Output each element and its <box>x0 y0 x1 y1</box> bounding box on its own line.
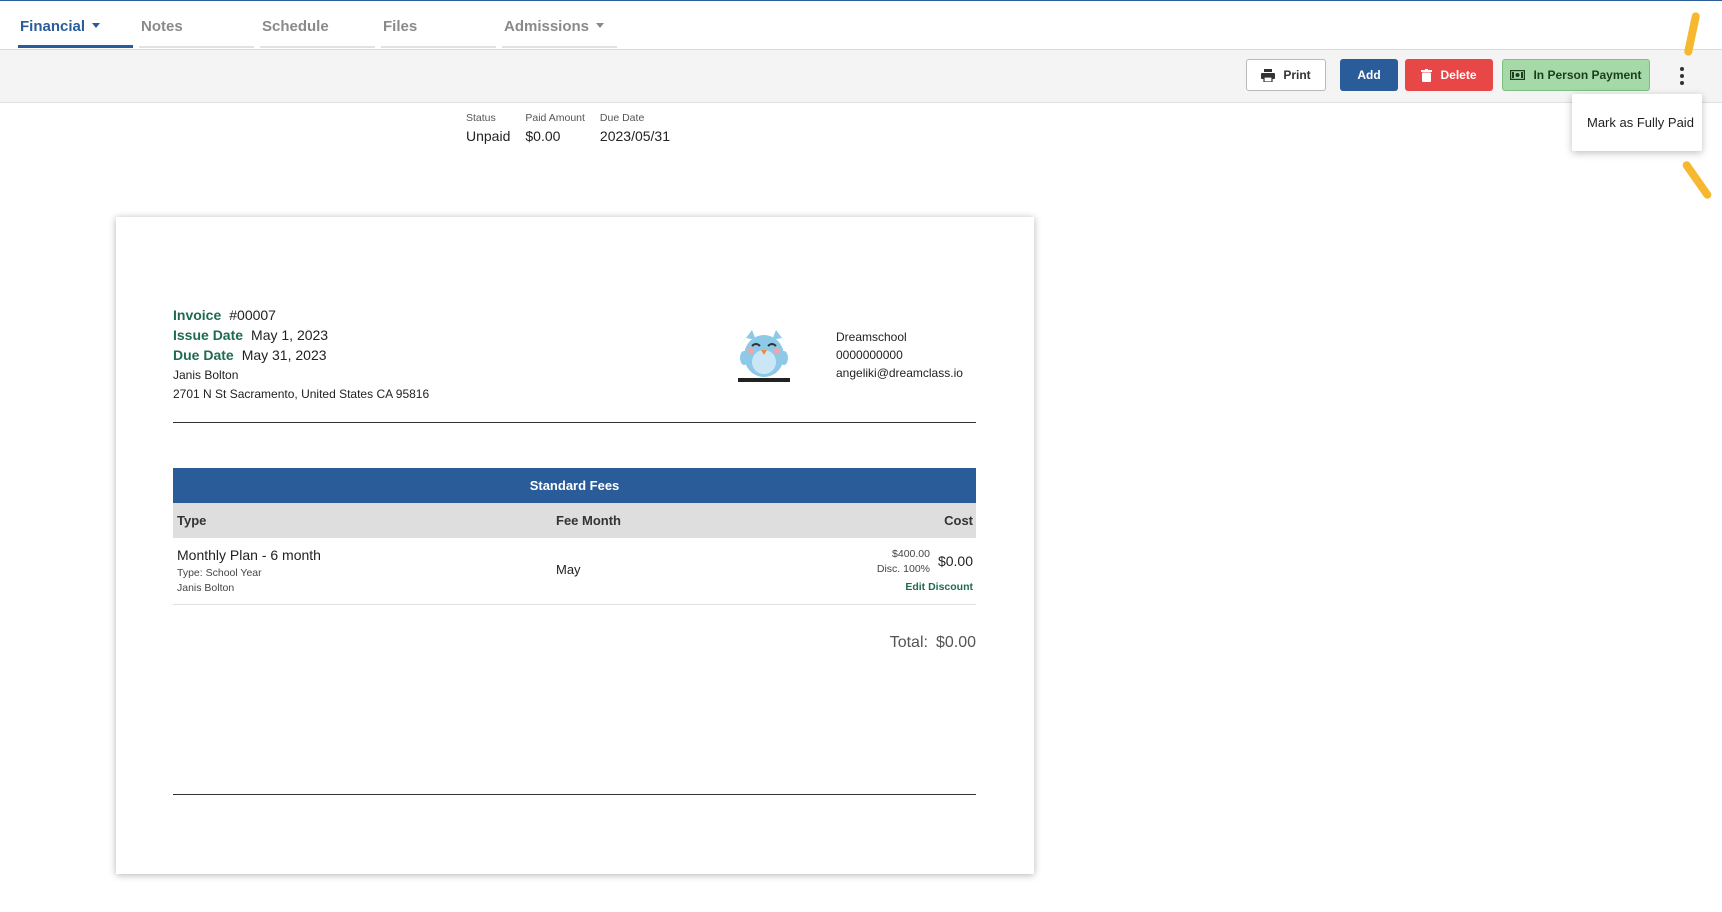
tab-notes-label: Notes <box>141 18 183 35</box>
issue-date-label: Issue Date <box>173 327 244 343</box>
action-toolbar: Print Add Delete In Person Payment <box>0 50 1722 103</box>
summary-status-label: Status <box>466 112 496 124</box>
delete-button[interactable]: Delete <box>1405 59 1493 91</box>
table-row: Monthly Plan - 6 month Type: School Year… <box>173 538 976 605</box>
print-button-label: Print <box>1283 68 1311 82</box>
more-vertical-icon[interactable] <box>1672 61 1692 91</box>
column-fee-month: Fee Month <box>556 513 621 528</box>
divider <box>173 794 976 795</box>
tab-schedule-label: Schedule <box>262 18 329 35</box>
tab-financial[interactable]: Financial <box>18 1 133 48</box>
invoice-label: Invoice <box>173 307 222 323</box>
total-value: $0.00 <box>935 634 976 651</box>
issue-date-value: May 1, 2023 <box>251 327 329 343</box>
summary-due-date-label: Due Date <box>599 112 645 124</box>
fee-student: Janis Bolton <box>177 582 235 594</box>
caret-down-icon <box>92 23 101 28</box>
tab-admissions-label: Admissions <box>504 18 590 35</box>
printer-icon <box>1261 68 1276 82</box>
fee-type: Type: School Year <box>177 567 262 579</box>
caret-down-icon <box>596 23 605 28</box>
cash-icon <box>1510 70 1526 80</box>
invoice-total: Total: $0.00 <box>890 634 976 652</box>
total-label: Total: <box>889 634 928 651</box>
bill-to-name: Janis Bolton <box>173 368 239 382</box>
invoice-preview: Invoice #00007 Issue Date May 1, 2023 Due … <box>116 217 1034 874</box>
fees-table-title: Standard Fees <box>173 468 976 503</box>
fee-month: May <box>556 562 581 577</box>
add-button-label: Add <box>1357 68 1381 82</box>
fee-name: Monthly Plan - 6 month <box>177 547 321 563</box>
summary-paid-amount-value: $0.00 <box>525 128 561 144</box>
summary-paid-amount-label: Paid Amount <box>525 112 585 124</box>
due-date-label: Due Date <box>173 347 234 363</box>
summary-status-value: Unpaid <box>466 128 511 144</box>
in-person-payment-label: In Person Payment <box>1533 68 1642 82</box>
tab-files[interactable]: Files <box>381 1 496 48</box>
divider <box>173 422 976 423</box>
invoice-number: #00007 <box>229 307 276 323</box>
column-cost: Cost <box>944 513 973 528</box>
school-name: Dreamschool <box>836 330 907 344</box>
tab-bar: Financial Notes Schedule Files Admission… <box>0 1 1722 50</box>
in-person-payment-button[interactable]: In Person Payment <box>1502 59 1650 91</box>
add-button[interactable]: Add <box>1340 59 1398 91</box>
summary-due-date: Due Date 2023/05/31 <box>600 112 670 144</box>
invoice-summary: Status Unpaid Paid Amount $0.00 Due Date… <box>466 112 685 144</box>
column-type: Type <box>177 513 207 528</box>
fee-discount: Disc. 100% <box>876 563 930 575</box>
tab-admissions[interactable]: Admissions <box>502 1 617 48</box>
invoice-details: Invoice #00007 Issue Date May 1, 2023 Due … <box>173 307 429 401</box>
school-phone: 0000000000 <box>836 348 903 362</box>
fees-table-header: Type Fee Month Cost <box>173 503 976 538</box>
school-email: angeliki@dreamclass.io <box>836 366 963 380</box>
mark-as-fully-paid-item[interactable]: Mark as Fully Paid <box>1587 115 1694 130</box>
fees-table: Standard Fees Type Fee Month Cost Monthl… <box>173 468 976 605</box>
invoice-number-line: Invoice #00007 <box>173 307 429 323</box>
trash-icon <box>1421 68 1433 82</box>
annotation-arrow <box>1681 159 1713 201</box>
due-date-value: May 31, 2023 <box>241 347 327 363</box>
edit-discount-link[interactable]: Edit Discount <box>905 581 973 593</box>
issue-date-line: Issue Date May 1, 2023 <box>173 327 429 343</box>
due-date-line: Due Date May 31, 2023 <box>173 347 429 363</box>
summary-due-date-value: 2023/05/31 <box>599 128 670 144</box>
tab-notes[interactable]: Notes <box>139 1 254 48</box>
delete-button-label: Delete <box>1440 68 1477 82</box>
print-button[interactable]: Print <box>1246 59 1326 91</box>
summary-status: Status Unpaid <box>466 112 510 144</box>
more-actions-menu: Mark as Fully Paid <box>1572 94 1702 151</box>
fee-original-amount: $400.00 <box>892 548 930 560</box>
owl-logo <box>736 322 792 389</box>
fee-cost: $0.00 <box>937 553 973 569</box>
tab-financial-label: Financial <box>20 18 86 35</box>
summary-paid-amount: Paid Amount $0.00 <box>525 112 585 144</box>
bill-to-address: 2701 N St Sacramento, United States CA 9… <box>173 387 430 401</box>
school-info: Dreamschool 0000000000 angeliki@dreamcla… <box>836 328 963 382</box>
tab-files-label: Files <box>383 18 418 35</box>
tab-schedule[interactable]: Schedule <box>260 1 375 48</box>
